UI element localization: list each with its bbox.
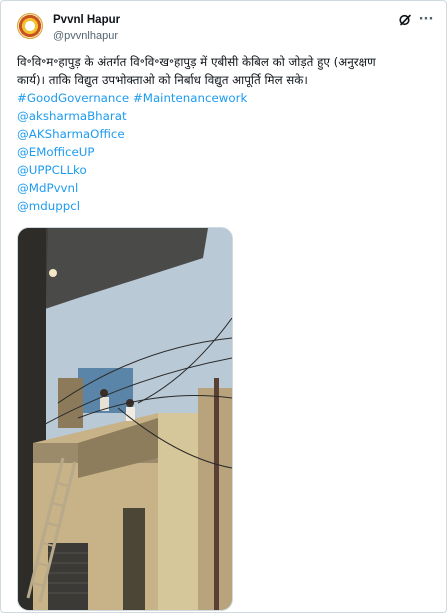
tweet-photo[interactable] — [17, 227, 233, 611]
author-name[interactable]: Pvvnl Hapur — [53, 14, 120, 26]
avatar[interactable] — [17, 13, 43, 39]
tweet-body-line-1: वि॰वि॰म॰हापुड़ के अंतर्गत वि॰वि॰ख॰हापुड़… — [17, 55, 376, 69]
author-handle[interactable]: @pvvnlhapur — [53, 30, 118, 42]
hashtag-link[interactable]: #GoodGovernance — [17, 91, 129, 105]
photo-scene — [18, 228, 232, 610]
hashtag-link[interactable]: #Maintenancework — [133, 91, 247, 105]
hashtag-line: #GoodGovernance #Maintenancework — [17, 89, 437, 107]
grok-icon[interactable] — [398, 13, 412, 27]
mention-link[interactable]: @EMofficeUP — [17, 143, 437, 161]
tweet-body-line-2: कार्य)। ताकि विद्युत उपभोक्ताओ को निर्बा… — [17, 73, 308, 87]
tweet-header: Pvvnl Hapur @pvvnlhapur ··· — [17, 11, 434, 47]
tweet-text: वि॰वि॰म॰हापुड़ के अंतर्गत वि॰वि॰ख॰हापुड़… — [17, 53, 437, 215]
mention-link[interactable]: @AKSharmaOffice — [17, 125, 437, 143]
mention-link[interactable]: @mduppcl — [17, 197, 437, 215]
mention-link[interactable]: @UPPCLLko — [17, 161, 437, 179]
mention-link[interactable]: @MdPvvnl — [17, 179, 437, 197]
tweet-card: Pvvnl Hapur @pvvnlhapur ··· वि॰वि॰म॰हापु… — [0, 0, 447, 613]
more-icon[interactable]: ··· — [418, 13, 434, 27]
mention-link[interactable]: @aksharmaBharat — [17, 107, 437, 125]
